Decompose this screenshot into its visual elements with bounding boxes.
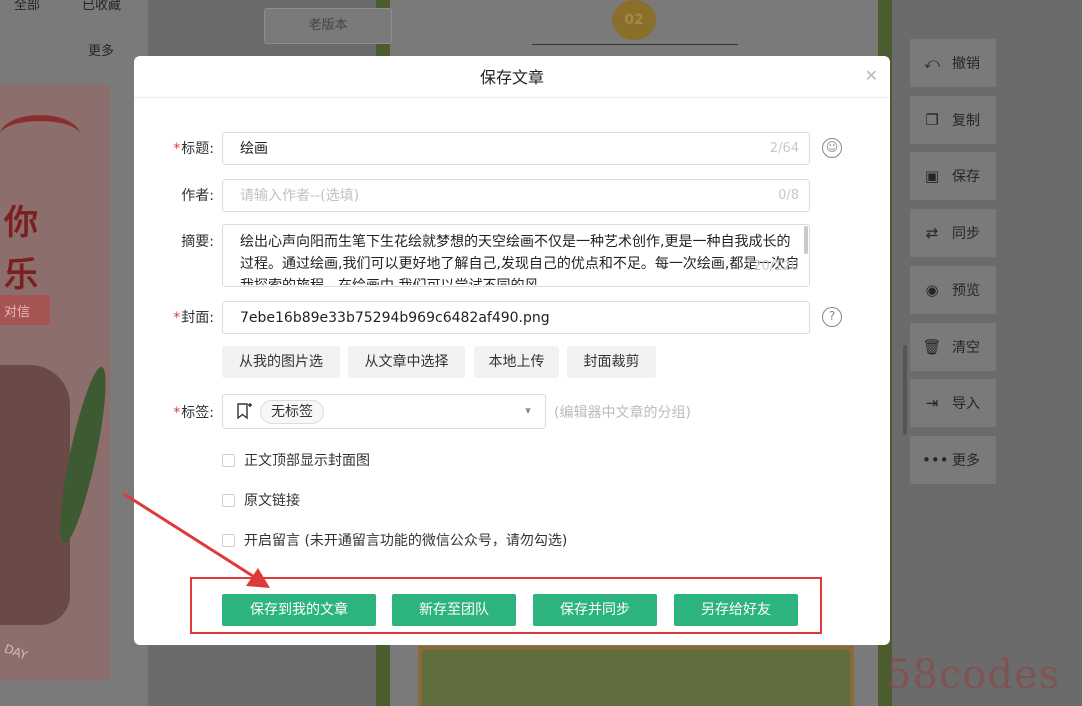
author-input[interactable]: 请输入作者--(选填) 0/8 xyxy=(222,179,810,212)
toolbar-clear[interactable]: 🗑 清空 xyxy=(910,323,996,371)
abstract-scrollbar[interactable] xyxy=(804,226,808,254)
cover-input[interactable]: 7ebe16b89e33b75294b969c6482af490.png xyxy=(222,301,810,334)
required-mark: * xyxy=(173,141,181,157)
left-panel-header: 全部 已收藏 更多 xyxy=(0,0,148,70)
title-char-count: 2/64 xyxy=(769,141,799,156)
abstract-textarea[interactable]: 绘出心声向阳而生笔下生花绘就梦想的天空绘画不仅是一种艺术创作,更是一种自我成长的… xyxy=(222,224,810,287)
author-label: 作者: xyxy=(181,188,214,204)
show-cover-label: 正文顶部显示封面图 xyxy=(244,453,370,469)
toolbar-more-label: 更多 xyxy=(952,453,980,469)
pick-from-my-images-button[interactable]: 从我的图片选 xyxy=(222,346,340,378)
old-version-button[interactable]: 老版本 xyxy=(264,8,392,44)
image-frame xyxy=(418,646,854,706)
tag-add-icon xyxy=(237,403,252,420)
dialog-header: 保存文章 xyxy=(134,56,890,98)
more-icon: ••• xyxy=(922,451,949,469)
toolbar-import-label: 导入 xyxy=(952,396,980,412)
sync-icon: ⇄ xyxy=(925,224,939,242)
sun-badge: 02 xyxy=(612,0,656,40)
title-input[interactable]: 绘画 2/64 xyxy=(222,132,810,165)
poster-text-1: 你 xyxy=(4,203,38,243)
toolbar-sync-label: 同步 xyxy=(952,226,980,242)
save-to-friend-button[interactable]: 另存给好友 xyxy=(674,594,798,626)
save-and-sync-button[interactable]: 保存并同步 xyxy=(533,594,657,626)
toolbar-sync[interactable]: ⇄ 同步 xyxy=(910,209,996,257)
cover-label: *封面: xyxy=(134,307,214,327)
checkbox-box[interactable] xyxy=(222,533,235,547)
copy-icon: ❐ xyxy=(925,111,939,129)
toolbar-copy[interactable]: ❐ 复制 xyxy=(910,96,996,144)
required-mark: * xyxy=(173,310,181,326)
toolbar-undo[interactable]: ⤺ 撤销 xyxy=(910,39,996,87)
template-poster[interactable]: 你 乐 对信 DAY xyxy=(0,85,115,680)
toolbar-preview-label: 预览 xyxy=(952,283,980,299)
poster-ribbon xyxy=(0,115,80,155)
scrollbar[interactable] xyxy=(903,345,907,435)
watermark: 58codes xyxy=(886,652,1061,698)
save-icon: ▣ xyxy=(924,167,940,185)
show-cover-checkbox[interactable]: 正文顶部显示封面图 xyxy=(222,450,370,470)
toolbar-undo-label: 撤销 xyxy=(952,56,980,72)
import-icon: ⇥ xyxy=(925,394,939,412)
close-icon[interactable]: ✕ xyxy=(865,68,878,84)
toolbar-clear-label: 清空 xyxy=(952,340,980,356)
abstract-char-count: 120/120 xyxy=(744,259,799,274)
tag-chip[interactable]: 无标签 xyxy=(260,400,324,424)
tag-hint: (编辑器中文章的分组) xyxy=(554,405,691,421)
enable-comments-checkbox[interactable]: 开启留言 (未开通留言功能的微信公众号，请勿勾选) xyxy=(222,530,567,550)
poster-illustration xyxy=(0,365,70,625)
emoji-icon[interactable]: ☺ xyxy=(822,138,842,158)
tab-all[interactable]: 全部 xyxy=(14,0,40,13)
save-to-my-articles-button[interactable]: 保存到我的文章 xyxy=(222,594,376,626)
eye-icon: ◉ xyxy=(925,281,939,299)
local-upload-button[interactable]: 本地上传 xyxy=(474,346,559,378)
poster-day: DAY xyxy=(2,641,30,663)
abstract-label: 摘要: xyxy=(181,234,214,250)
poster-text-2: 乐 xyxy=(4,255,38,295)
checkbox-box[interactable] xyxy=(222,493,235,507)
author-placeholder: 请输入作者--(选填) xyxy=(240,188,360,204)
required-mark: * xyxy=(173,405,181,421)
trash-icon: 🗑 xyxy=(922,338,942,356)
left-more-link[interactable]: 更多 xyxy=(88,40,114,59)
cover-label-text: 封面: xyxy=(181,310,214,326)
help-icon[interactable]: ? xyxy=(822,307,842,327)
toolbar-preview[interactable]: ◉ 预览 xyxy=(910,266,996,314)
crop-cover-button[interactable]: 封面裁剪 xyxy=(567,346,656,378)
toolbar-save[interactable]: ▣ 保存 xyxy=(910,152,996,200)
cover-filename: 7ebe16b89e33b75294b969c6482af490.png xyxy=(240,310,550,326)
tag-label-text: 标签: xyxy=(181,405,214,421)
toolbar-copy-label: 复制 xyxy=(952,113,980,129)
tab-favorites[interactable]: 已收藏 xyxy=(82,0,121,13)
toolbar-import[interactable]: ⇥ 导入 xyxy=(910,379,996,427)
tag-label: *标签: xyxy=(134,402,214,422)
chevron-down-icon: ▾ xyxy=(525,404,531,417)
title-label-text: 标题: xyxy=(181,141,214,157)
pick-from-article-button[interactable]: 从文章中选择 xyxy=(348,346,465,378)
dialog-title: 保存文章 xyxy=(479,68,544,87)
canvas-divider xyxy=(532,44,738,45)
title-label: *标题: xyxy=(134,138,214,158)
tag-select[interactable]: 无标签 ▾ xyxy=(222,394,546,429)
toolbar-more[interactable]: ••• 更多 xyxy=(910,436,996,484)
original-link-checkbox[interactable]: 原文链接 xyxy=(222,490,300,510)
save-to-team-button[interactable]: 新存至团队 xyxy=(392,594,516,626)
poster-tag: 对信 xyxy=(0,295,50,325)
abstract-value: 绘出心声向阳而生笔下生花绘就梦想的天空绘画不仅是一种艺术创作,更是一种自我成长的… xyxy=(240,234,800,285)
save-article-dialog: 保存文章 ✕ *标题: 绘画 2/64 ☺ 作者: 请输入作者--(选填) 0/… xyxy=(134,56,890,645)
checkbox-box[interactable] xyxy=(222,453,235,467)
enable-comments-label: 开启留言 (未开通留言功能的微信公众号，请勿勾选) xyxy=(244,533,568,549)
canvas-bottom-image xyxy=(418,646,854,706)
author-char-count: 0/8 xyxy=(778,188,799,203)
original-link-label: 原文链接 xyxy=(244,493,300,509)
toolbar-save-label: 保存 xyxy=(952,169,980,185)
title-input-value: 绘画 xyxy=(240,141,268,157)
undo-icon: ⤺ xyxy=(923,54,941,72)
